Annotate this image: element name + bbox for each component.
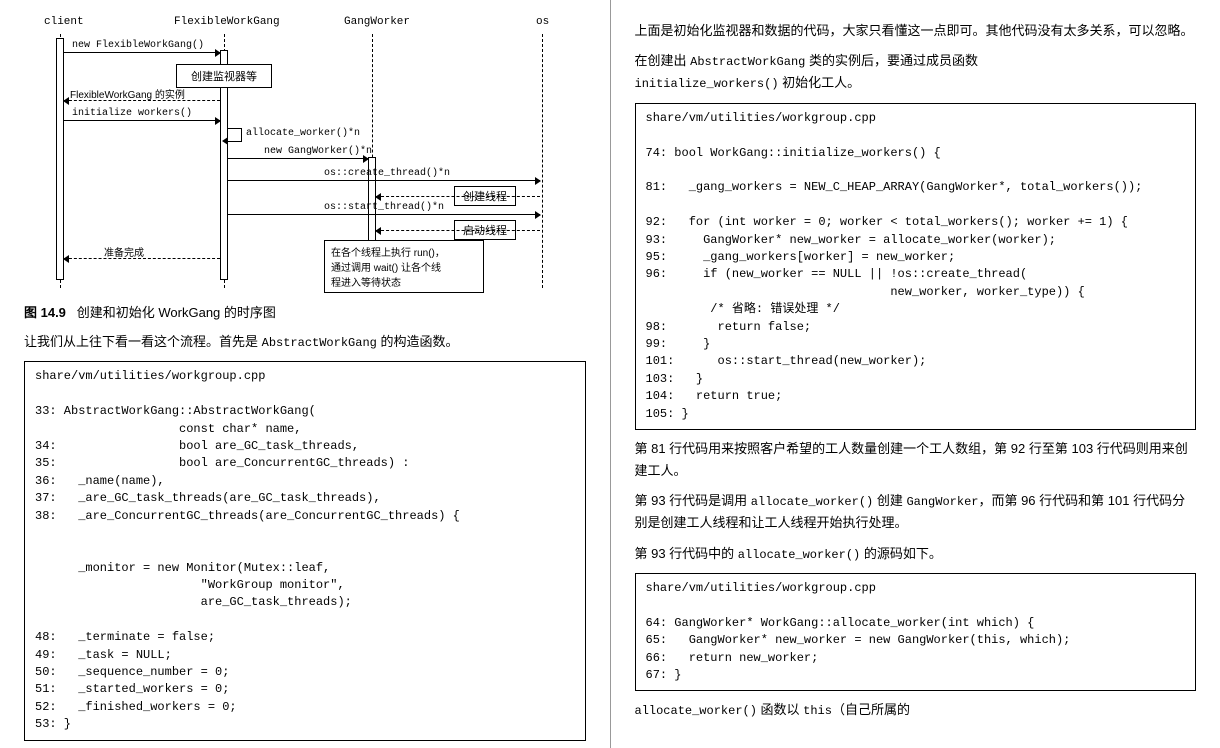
inline-code: AbstractWorkGang (690, 55, 805, 69)
left-column: client FlexibleWorkGang GangWorker os ne… (0, 0, 611, 748)
seq-lane-worker: GangWorker (344, 16, 410, 28)
code-listing: share/vm/utilities/workgroup.cpp 33: Abs… (24, 361, 586, 740)
seq-msg: allocate_worker()*n (246, 128, 360, 139)
seq-lane-gang: FlexibleWorkGang (174, 16, 280, 28)
inline-code: this (803, 704, 832, 718)
seq-lane-client: client (44, 16, 84, 28)
figure-number: 图 14.9 (24, 305, 66, 320)
inline-code: GangWorker (906, 495, 978, 509)
inline-code: initialize_workers() (635, 77, 779, 91)
inline-code: allocate_worker() (751, 495, 873, 509)
seq-note: 创建监视器等 (176, 64, 272, 88)
seq-msg: 准备完成 (104, 244, 144, 259)
paragraph: 让我们从上往下看一看这个流程。首先是 AbstractWorkGang 的构造函… (24, 331, 586, 353)
paragraph: 第 93 行代码中的 allocate_worker() 的源码如下。 (635, 543, 1197, 565)
figure-title: 创建和初始化 WorkGang 的时序图 (77, 305, 276, 320)
paragraph: 第 93 行代码是调用 allocate_worker() 创建 GangWor… (635, 490, 1197, 534)
paragraph: 第 81 行代码用来按照客户希望的工人数量创建一个工人数组，第 92 行至第 1… (635, 438, 1197, 482)
sequence-diagram: client FlexibleWorkGang GangWorker os ne… (24, 12, 564, 292)
code-listing: share/vm/utilities/workgroup.cpp 64: Gan… (635, 573, 1197, 691)
paragraph: 在创建出 AbstractWorkGang 类的实例后，要通过成员函数 init… (635, 50, 1197, 95)
seq-msg: os::create_thread()*n (324, 168, 450, 179)
inline-code: AbstractWorkGang (262, 336, 377, 350)
paragraph: 上面是初始化监视器和数据的代码，大家只看懂这一点即可。其他代码没有太多关系，可以… (635, 20, 1197, 42)
inline-code: allocate_worker() (635, 704, 757, 718)
seq-note: 在各个线程上执行 run()， 通过调用 wait() 让各个线 程进入等待状态 (324, 240, 484, 293)
paragraph: allocate_worker() 函数以 this（自己所属的 (635, 699, 1197, 721)
seq-msg: os::start_thread()*n (324, 202, 444, 213)
right-column: 上面是初始化监视器和数据的代码，大家只看懂这一点即可。其他代码没有太多关系，可以… (611, 0, 1220, 748)
inline-code: allocate_worker() (738, 548, 860, 562)
seq-lane-os: os (536, 16, 549, 28)
seq-msg: new FlexibleWorkGang() (72, 40, 204, 51)
seq-msg: initialize workers() (72, 108, 192, 119)
seq-msg: FlexibleWorkGang 的实例 (70, 86, 185, 101)
code-listing: share/vm/utilities/workgroup.cpp 74: boo… (635, 103, 1197, 430)
seq-msg: new GangWorker()*n (264, 146, 372, 157)
figure-caption: 图 14.9 创建和初始化 WorkGang 的时序图 (24, 302, 586, 321)
